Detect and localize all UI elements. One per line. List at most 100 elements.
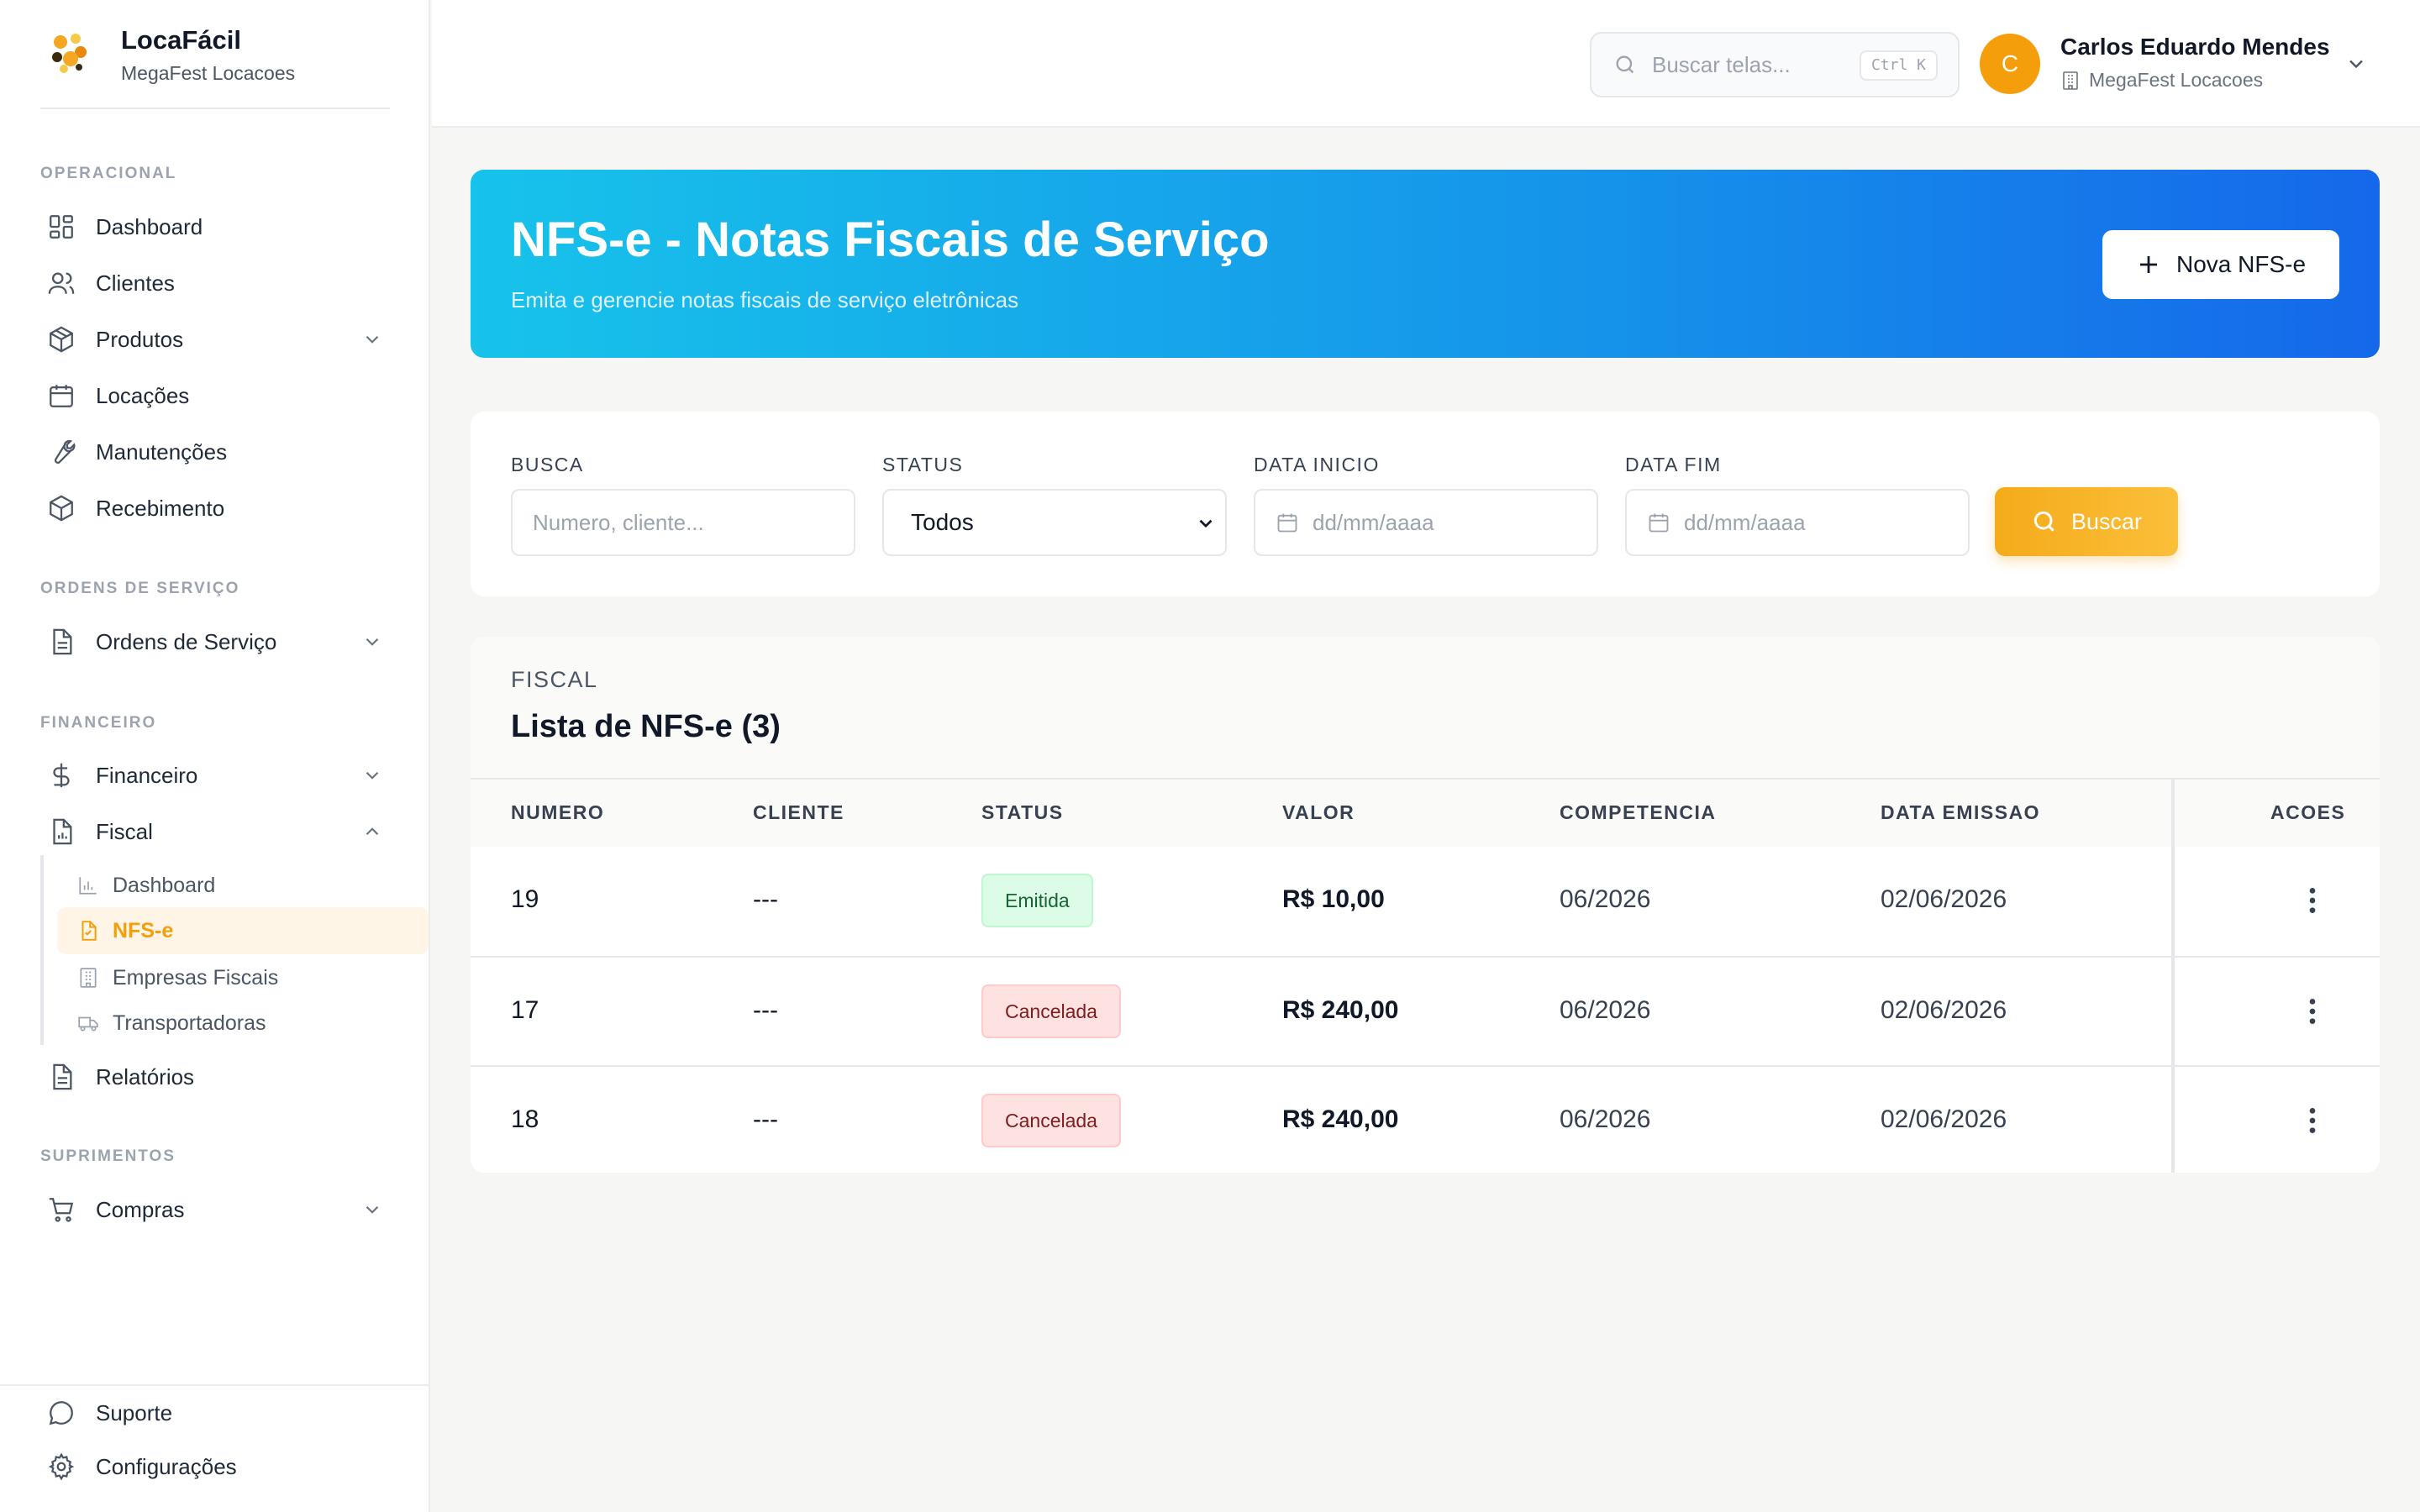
sidebar-item-locacoes[interactable]: Locações — [40, 371, 390, 420]
sidebar-item-label: Configurações — [96, 1453, 237, 1479]
buscar-button-label: Buscar — [2070, 508, 2143, 534]
column-header-numero[interactable]: NUMERO — [511, 801, 604, 824]
column-header-status[interactable]: STATUS — [981, 801, 1064, 824]
screen-search-input[interactable] — [1652, 51, 1854, 78]
dollar-sign-icon — [53, 763, 70, 788]
shopping-cart-icon — [49, 1198, 74, 1222]
package-check-icon — [50, 495, 73, 522]
avatar[interactable]: C — [1980, 34, 2040, 94]
table-row[interactable]: 17 --- Cancelada R$ 240,00 06/2026 02/06… — [471, 956, 2380, 1065]
new-nfse-button[interactable]: Nova NFS-e — [2102, 230, 2339, 299]
sidebar-subitem-transportadoras[interactable]: Transportadoras — [57, 1000, 429, 1047]
file-icon — [82, 921, 97, 941]
more-vertical-icon[interactable] — [2296, 1104, 2329, 1137]
sidebar-item-produtos[interactable]: Produtos — [40, 315, 390, 364]
section-label-suprimentos: SUPRIMENTOS — [40, 1147, 176, 1165]
status-select[interactable]: Todos — [882, 489, 1227, 556]
data-fim-field[interactable] — [1625, 489, 1970, 556]
calendar-icon — [50, 385, 73, 407]
search-icon — [2033, 511, 2054, 532]
data-inicio-label: DATA INICIO — [1254, 454, 1380, 475]
file-text-icon — [53, 1063, 72, 1090]
sidebar-item-compras[interactable]: Compras — [40, 1185, 390, 1234]
topbar: Ctrl K C Carlos Eduardo Mendes MegaFest … — [432, 0, 2420, 128]
sidebar-subitem-label: NFS-e — [113, 918, 174, 942]
chevron-down-icon — [366, 1205, 379, 1214]
section-label-ordens: ORDENS DE SERVIÇO — [40, 580, 240, 597]
chevron-down-icon — [366, 335, 379, 344]
section-label-financeiro: FINANCEIRO — [40, 714, 157, 732]
sidebar-subitem-label: Empresas Fiscais — [113, 965, 279, 990]
page-subtitle: Emita e gerencie notas fiscais de serviç… — [511, 287, 1019, 312]
sidebar-item-manutencoes[interactable]: Manutenções — [40, 428, 390, 476]
column-header-cliente[interactable]: CLIENTE — [753, 801, 844, 824]
sidebar-item-label: Ordens de Serviço — [96, 628, 277, 654]
message-circle-icon — [49, 1401, 73, 1425]
more-vertical-icon[interactable] — [2296, 884, 2329, 917]
bar-chart-icon — [79, 877, 97, 895]
brand[interactable]: LocaFácil MegaFest Locacoes — [40, 22, 390, 109]
section-label-operacional: OPERACIONAL — [40, 165, 177, 182]
sidebar-item-clientes[interactable]: Clientes — [40, 259, 390, 307]
sidebar-item-fiscal[interactable]: Fiscal — [40, 807, 390, 856]
sidebar-item-relatorios[interactable]: Relatórios — [40, 1053, 390, 1101]
package-icon — [50, 326, 73, 353]
busca-field[interactable] — [511, 489, 855, 556]
sidebar-item-dashboard[interactable]: Dashboard — [40, 202, 390, 251]
sidebar-subitem-label: Dashboard — [113, 873, 216, 897]
user-organization: MegaFest Locacoes — [2060, 69, 2263, 92]
calendar-icon — [1649, 513, 1669, 533]
screen-search[interactable]: Ctrl K — [1590, 32, 1960, 97]
column-header-competencia[interactable]: COMPETENCIA — [1560, 801, 1716, 824]
sidebar-subitem-empresas-fiscais[interactable]: Empresas Fiscais — [57, 954, 429, 1001]
sidebar-subitem-fiscal-dashboard[interactable]: Dashboard — [57, 862, 429, 909]
status-badge: Cancelada — [981, 984, 1121, 1038]
cell-data-emissao: 02/06/2026 — [1881, 1105, 2007, 1133]
data-inicio-input[interactable] — [1299, 509, 1597, 536]
dashboard-grid-icon — [50, 215, 73, 239]
sidebar-item-configuracoes[interactable]: Configurações — [40, 1442, 390, 1491]
chevron-down-icon — [366, 771, 379, 780]
sidebar-item-label: Clientes — [96, 270, 175, 296]
sidebar-item-recebimento[interactable]: Recebimento — [40, 484, 390, 533]
busca-input[interactable] — [513, 509, 854, 536]
sticky-actions-divider — [2171, 780, 2175, 1173]
sidebar-item-label: Suporte — [96, 1399, 173, 1425]
user-name[interactable]: Carlos Eduardo Mendes — [2060, 34, 2330, 60]
status-badge: Emitida — [981, 874, 1093, 927]
search-icon — [1616, 55, 1634, 74]
cell-valor: R$ 240,00 — [1282, 1105, 1399, 1133]
cell-data-emissao: 02/06/2026 — [1881, 885, 2007, 913]
status-badge: Cancelada — [981, 1094, 1121, 1147]
cell-competencia: 06/2026 — [1560, 996, 1651, 1024]
file-chart-icon — [53, 818, 72, 845]
submenu-guide-line — [40, 855, 44, 1045]
column-header-data-emissao[interactable]: DATA EMISSAO — [1881, 801, 2040, 824]
data-fim-input[interactable] — [1670, 509, 1968, 536]
sidebar-item-label: Financeiro — [96, 762, 198, 788]
more-vertical-icon[interactable] — [2296, 995, 2329, 1028]
user-menu-chevron-down-icon[interactable] — [2344, 52, 2368, 76]
new-nfse-button-label: Nova NFS-e — [2175, 251, 2307, 277]
page-title: NFS-e - Notas Fiscais de Serviço — [511, 213, 1270, 267]
column-header-acoes: ACOES — [2270, 801, 2346, 823]
page-hero: NFS-e - Notas Fiscais de Serviço Emita e… — [471, 170, 2380, 358]
buscar-button[interactable]: Buscar — [1995, 487, 2178, 556]
sidebar-subitem-label: Transportadoras — [113, 1011, 266, 1035]
data-fim-label: DATA FIM — [1625, 454, 1722, 475]
cell-valor: R$ 240,00 — [1282, 996, 1399, 1024]
sidebar-item-financeiro[interactable]: Financeiro — [40, 751, 390, 800]
cell-numero: 19 — [511, 885, 539, 913]
sidebar-subitem-nfse[interactable]: NFS-e — [57, 907, 429, 954]
truck-icon — [78, 1016, 98, 1032]
cell-cliente: --- — [753, 1105, 778, 1133]
column-header-valor[interactable]: VALOR — [1282, 801, 1355, 824]
chevron-down-icon — [1199, 519, 1213, 528]
data-inicio-field[interactable] — [1254, 489, 1598, 556]
table-row[interactable]: 18 --- Cancelada R$ 240,00 06/2026 02/06… — [471, 1065, 2380, 1173]
shortcut-hint: Ctrl K — [1859, 50, 1938, 81]
sidebar-item-suporte[interactable]: Suporte — [40, 1389, 390, 1437]
sidebar-item-ordens-servico[interactable]: Ordens de Serviço — [40, 617, 390, 666]
cell-cliente: --- — [753, 885, 778, 913]
table-row[interactable]: 19 --- Emitida R$ 10,00 06/2026 02/06/20… — [471, 847, 2380, 956]
